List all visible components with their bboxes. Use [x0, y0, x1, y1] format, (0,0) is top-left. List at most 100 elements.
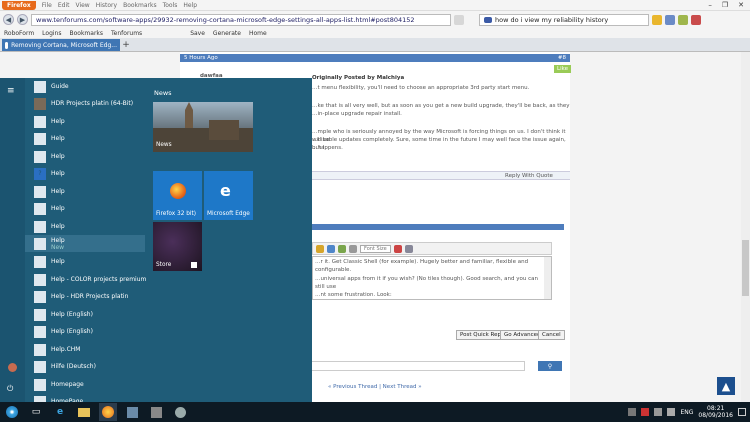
start-app-item[interactable]: Help	[34, 253, 65, 270]
start-app-item[interactable]: HDR Projects platin (64-Bit)	[34, 95, 133, 112]
search-box[interactable]: how do i view my reliability history	[479, 13, 649, 26]
app-label-group: Help	[51, 153, 65, 160]
task-view-button[interactable]: ▭	[27, 403, 45, 421]
start-app-item[interactable]: Help	[34, 148, 65, 165]
app-label: Help (English)	[51, 311, 93, 318]
link-icon[interactable]	[327, 244, 335, 253]
action-center-icon[interactable]	[738, 408, 746, 416]
power-icon[interactable]: ⏻	[7, 384, 13, 394]
start-app-item[interactable]: Help.CHM	[34, 341, 80, 358]
firefox-menu-button[interactable]: Firefox	[2, 0, 36, 10]
menu-view[interactable]: View	[75, 2, 89, 9]
tab-removing-cortana[interactable]: Removing Cortana, Microsoft Edg...	[2, 39, 120, 51]
start-app-item[interactable]: Help	[34, 200, 65, 217]
taskbar-edge[interactable]: e	[51, 403, 69, 421]
smiley-icon[interactable]	[316, 244, 324, 253]
menu-help[interactable]: Help	[183, 2, 197, 9]
app-label-group: Help	[51, 205, 65, 212]
bookmark-home[interactable]: Home	[249, 30, 267, 37]
tile-store[interactable]: Store	[153, 222, 202, 271]
scrollbar-thumb[interactable]	[742, 240, 749, 296]
hamburger-icon[interactable]: ≡	[7, 86, 15, 96]
start-app-item[interactable]: Help (English)	[34, 306, 93, 323]
back-button[interactable]: ◀	[3, 14, 14, 25]
menu-file[interactable]: File	[42, 2, 52, 9]
menu-edit[interactable]: Edit	[58, 2, 70, 9]
tray-icon[interactable]	[628, 408, 637, 416]
bookmark-generate[interactable]: Generate	[213, 30, 241, 37]
back-to-top-button[interactable]: ▲	[717, 377, 735, 395]
reply-with-quote-button[interactable]: Reply With Quote	[505, 172, 553, 180]
start-app-item[interactable]: Homepage	[34, 376, 84, 393]
taskbar-app-6[interactable]	[147, 403, 165, 421]
language-indicator[interactable]: ENG	[680, 409, 693, 416]
reload-icon[interactable]	[454, 14, 464, 25]
bookmark-star-icon[interactable]	[652, 14, 662, 25]
menu-tools[interactable]: Tools	[163, 2, 178, 9]
prev-next-thread[interactable]: « Previous Thread | Next Thread »	[328, 383, 422, 391]
start-app-item[interactable]: Help New	[34, 235, 65, 252]
clock-date: 08/09/2016	[698, 412, 733, 419]
browser-title-bar: Firefox File Edit View History Bookmarks…	[0, 0, 750, 11]
align-icon[interactable]	[404, 244, 413, 253]
bookmark-save[interactable]: Save	[190, 30, 205, 37]
tray-icon[interactable]	[641, 408, 650, 416]
app-icon	[34, 220, 46, 233]
start-app-item[interactable]: Help (English)	[34, 323, 93, 340]
color-icon[interactable]	[393, 244, 402, 253]
textarea-scrollbar[interactable]	[544, 257, 551, 299]
bookmark-tenforums[interactable]: Tenforums	[111, 30, 142, 37]
search-icon: ⚲	[547, 362, 553, 370]
quote-icon[interactable]	[349, 244, 357, 253]
reply-textarea[interactable]: …r it. Get Classic Shell (for example). …	[312, 256, 552, 300]
bookmark-logins[interactable]: Logins	[42, 30, 61, 37]
start-app-item[interactable]: Guide	[34, 78, 69, 95]
clock[interactable]: 08:21 08/09/2016	[698, 405, 733, 419]
like-badge[interactable]: Like	[554, 65, 571, 73]
cancel-button[interactable]: Cancel	[538, 330, 565, 340]
app-icon	[34, 325, 46, 338]
image-icon[interactable]	[338, 244, 346, 253]
start-app-item[interactable]: Help	[34, 130, 65, 147]
start-button[interactable]	[3, 403, 21, 421]
start-app-item[interactable]: Help	[34, 183, 65, 200]
user-avatar[interactable]	[8, 363, 17, 372]
roboform-icon[interactable]	[691, 14, 701, 25]
volume-icon[interactable]	[667, 408, 676, 416]
tile-firefox[interactable]: Firefox 32 bit)	[153, 171, 202, 220]
tile-edge[interactable]: e Microsoft Edge	[204, 171, 253, 220]
bookmark-roboform[interactable]: RoboForm	[4, 30, 34, 37]
app-label: Help	[51, 258, 65, 265]
taskbar-app-5[interactable]	[123, 403, 141, 421]
page-scrollbar[interactable]	[741, 52, 750, 402]
taskbar-explorer[interactable]	[75, 403, 93, 421]
minimize-button[interactable]: –	[708, 1, 712, 9]
search-thread-input[interactable]	[310, 361, 525, 371]
menu-history[interactable]: History	[96, 2, 117, 9]
network-icon[interactable]	[654, 408, 663, 416]
new-tab-button[interactable]: +	[120, 39, 132, 51]
close-button[interactable]: ✕	[738, 1, 744, 9]
taskbar-firefox[interactable]	[99, 403, 117, 421]
menu-bookmarks[interactable]: Bookmarks	[123, 2, 157, 9]
back-arrow-icon: ◀	[5, 15, 12, 24]
downloads-icon[interactable]	[665, 14, 675, 25]
start-app-item[interactable]: Help	[34, 218, 65, 235]
start-app-item[interactable]: Help - COLOR projects premium	[34, 271, 146, 288]
bookmark-bookmarks[interactable]: Bookmarks	[69, 30, 103, 37]
maximize-button[interactable]: ❐	[722, 1, 728, 9]
start-app-item[interactable]: Hilfe (Deutsch)	[34, 358, 96, 375]
start-app-item[interactable]: ? Help	[34, 165, 65, 182]
app-icon	[34, 255, 46, 268]
post-number[interactable]: #8	[558, 55, 566, 61]
addon-icon[interactable]	[678, 14, 688, 25]
url-bar[interactable]: www.tenforums.com/software-apps/29932-re…	[31, 13, 451, 26]
forward-button[interactable]: ▶	[17, 14, 28, 25]
start-app-item[interactable]: Help	[34, 113, 65, 130]
taskbar-app-7[interactable]	[171, 403, 189, 421]
start-app-item[interactable]: Help - HDR Projects platin	[34, 288, 128, 305]
tile-news[interactable]: News	[153, 102, 253, 152]
font-size-select[interactable]: Font Size	[360, 244, 391, 253]
search-thread-button[interactable]: ⚲	[538, 361, 562, 371]
tile-firefox-label: Firefox 32 bit)	[156, 211, 197, 217]
